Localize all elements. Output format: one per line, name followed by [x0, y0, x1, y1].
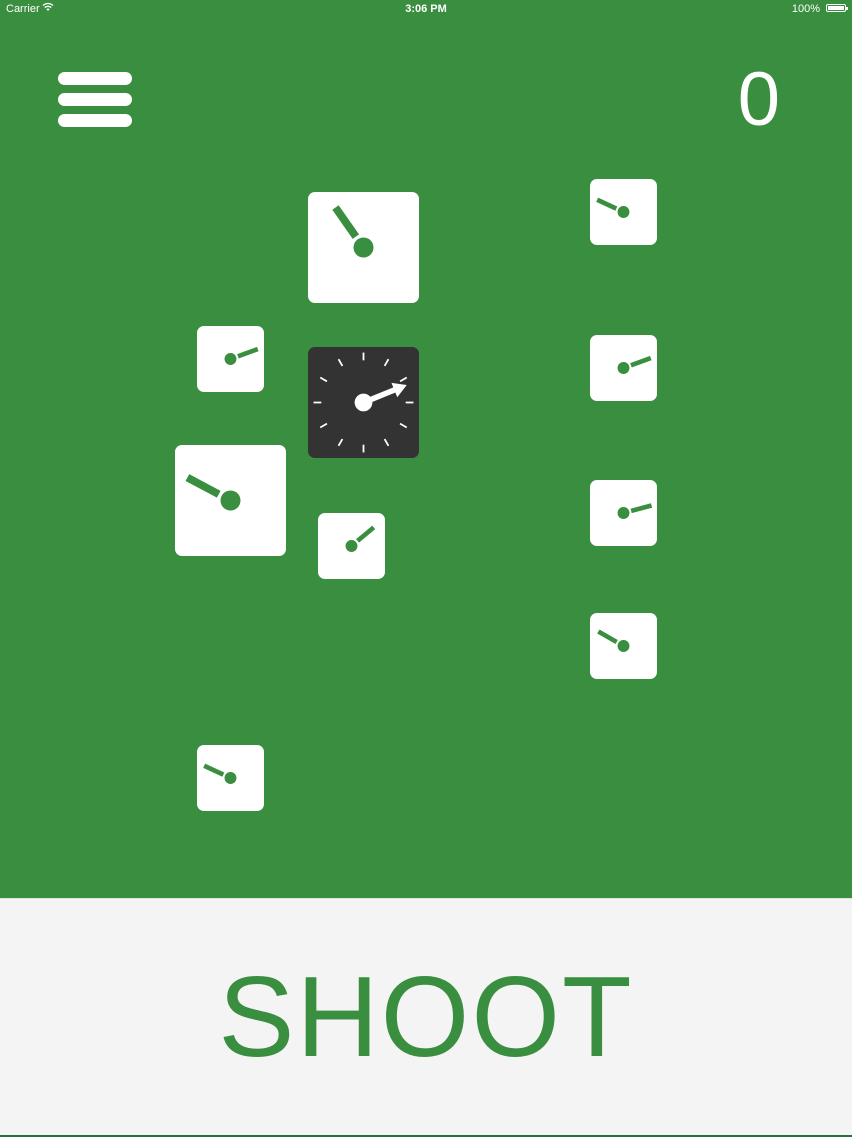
shoot-button[interactable]: SHOOT [0, 899, 852, 1135]
target-clock-tile [175, 445, 286, 556]
clock-hand-icon [203, 763, 237, 784]
hamburger-menu-icon[interactable] [58, 72, 132, 128]
clock-hand-icon [332, 205, 374, 258]
battery-percent: 100% [791, 3, 820, 15]
target-clock-tile [590, 335, 657, 401]
clock-hand-icon [617, 355, 652, 374]
clock-hand-icon [617, 503, 653, 519]
target-clock-tile [197, 326, 264, 392]
target-clock-tile [197, 745, 264, 811]
clock-hand-icon [597, 629, 630, 652]
clock-hand-icon [185, 474, 241, 511]
target-clock-tile [590, 613, 657, 679]
score-counter: 0 [737, 57, 780, 142]
shoot-panel: SHOOT [0, 898, 852, 1137]
player-clock-dial-icon [308, 347, 419, 458]
status-bar: Carrier 3:06 PM 100% [0, 0, 852, 18]
clock-hand-icon [345, 525, 376, 552]
clock-hand-icon [224, 346, 259, 365]
clock-hand-icon [596, 197, 630, 218]
target-clock-tile [318, 513, 385, 579]
target-clock-tile [590, 179, 657, 245]
battery-icon [826, 4, 848, 12]
clock-time: 3:06 PM [405, 3, 447, 15]
game-board[interactable]: Carrier 3:06 PM 100% 0 [0, 0, 852, 898]
dial-icon [313, 352, 414, 453]
target-clock-tile [590, 480, 657, 546]
target-clock-tile [308, 192, 419, 303]
